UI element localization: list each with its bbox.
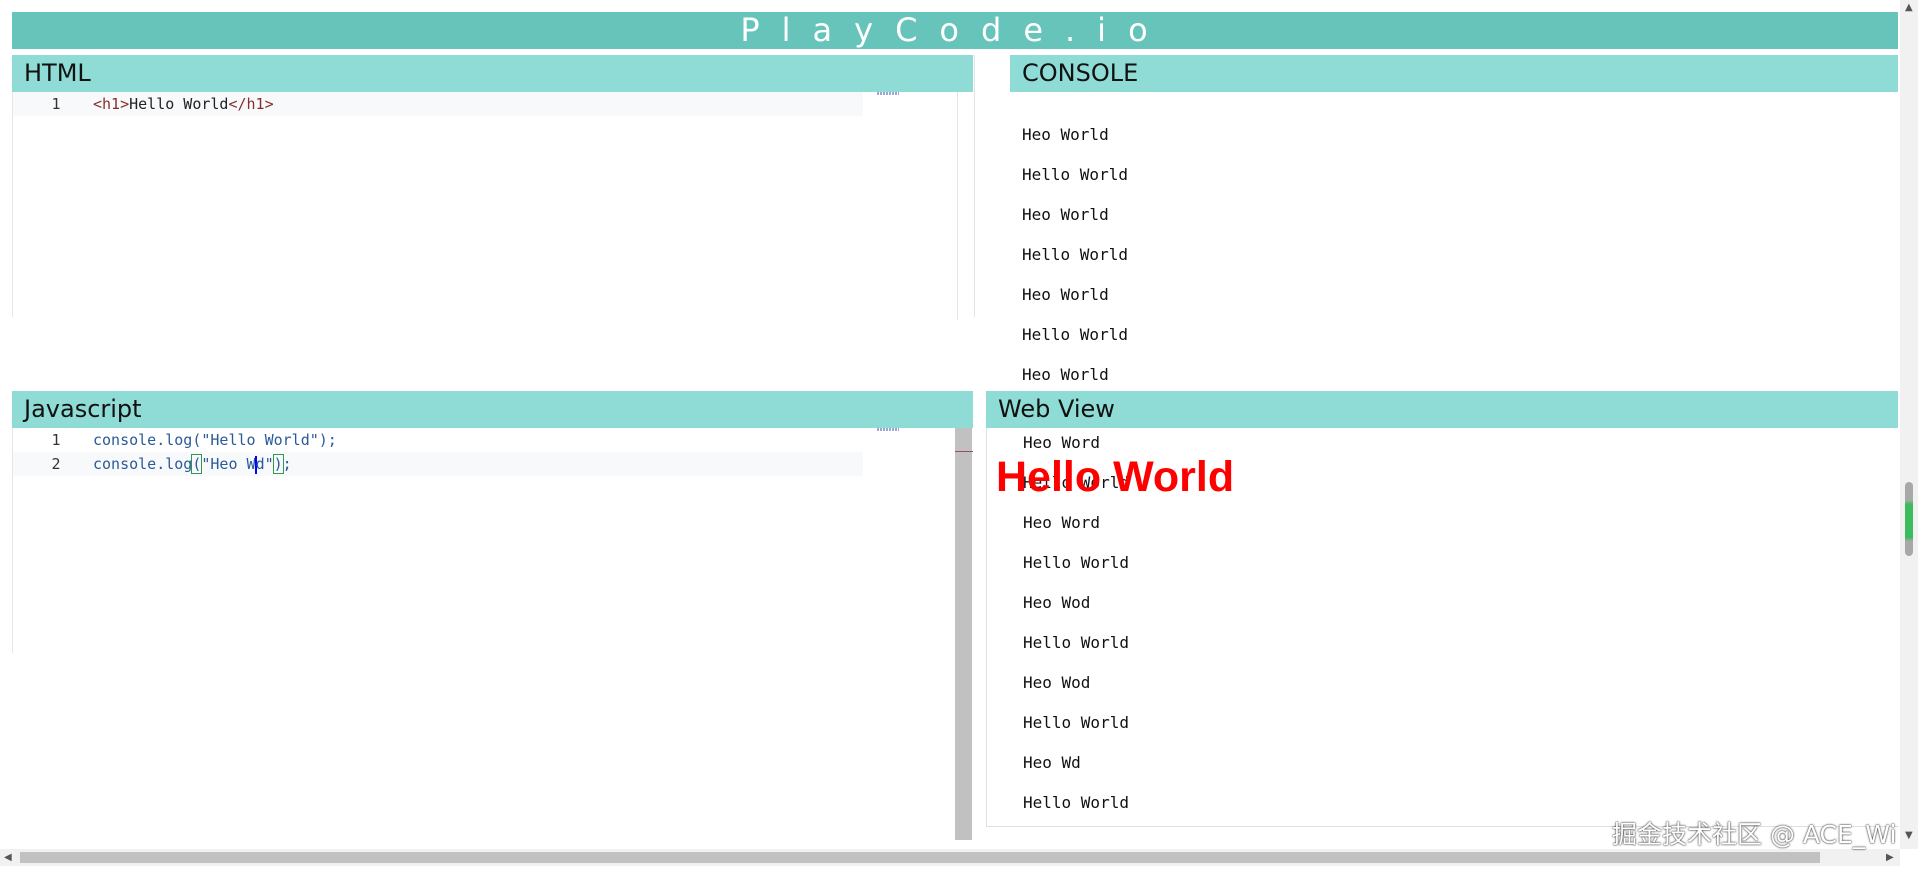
semicolon: ;: [282, 455, 292, 473]
js-minimap[interactable]: [877, 428, 899, 431]
console-line: Heo World: [1022, 205, 1109, 224]
console-line: Heo Wod: [1023, 593, 1091, 612]
code-line[interactable]: 1 console.log("Hello World");: [13, 428, 863, 452]
scroll-right-arrow-icon[interactable]: ▶: [1886, 852, 1894, 863]
html-minimap[interactable]: [877, 92, 899, 95]
line-number: 1: [51, 95, 61, 113]
line-number: 1: [51, 431, 61, 449]
html-editor[interactable]: 1 <h1>Hello World</h1>: [12, 92, 868, 317]
string-end: d": [255, 455, 274, 473]
html-close-tag: </h1>: [228, 95, 274, 113]
console-line: Hello World: [1022, 325, 1128, 344]
console-panel-title: CONSOLE: [1010, 55, 1898, 92]
console-line: Heo Wd: [1023, 753, 1081, 772]
paren-close: ): [272, 454, 284, 474]
javascript-scrollbar[interactable]: [955, 428, 972, 840]
code-text[interactable]: console.log("Hello World");: [93, 428, 337, 452]
console-output-top: Heo World Hello World Heo World Hello Wo…: [1022, 120, 1622, 400]
console-line: Hello World: [1022, 165, 1128, 184]
string-start: "Heo W: [201, 455, 256, 473]
watermark: 掘金技术社区 @ ACE_Wi: [1612, 820, 1897, 849]
code-text[interactable]: <h1>Hello World</h1>: [93, 92, 274, 116]
console-line: Hello World: [1023, 553, 1129, 572]
page-vertical-scrollbar[interactable]: [1900, 0, 1918, 849]
webview-heading: Hello World: [996, 453, 1235, 501]
horizontal-scroll-thumb[interactable]: [20, 852, 1820, 863]
scroll-down-arrow-icon[interactable]: ▼: [1905, 830, 1913, 841]
code-line[interactable]: 1 <h1>Hello World</h1>: [13, 92, 863, 116]
console-line: Hello World: [1022, 245, 1128, 264]
scroll-up-arrow-icon[interactable]: ▲: [1905, 2, 1913, 13]
scroll-left-arrow-icon[interactable]: ◀: [4, 852, 12, 863]
console-line: Heo Word: [1023, 513, 1101, 532]
console-left-divider: [974, 55, 975, 317]
html-panel-title: HTML: [12, 55, 973, 92]
code-call: console.log: [93, 455, 193, 473]
javascript-editor[interactable]: 1 console.log("Hello World"); 2 console.…: [12, 428, 868, 653]
console-line: Hello World: [1023, 793, 1129, 812]
app-title-bar: PlayCode.io: [12, 12, 1898, 49]
console-line: Heo Wod: [1023, 673, 1091, 692]
app-title: PlayCode.io: [740, 11, 1170, 49]
console-line: Heo World: [1022, 125, 1109, 144]
javascript-panel-title: Javascript: [12, 391, 973, 428]
console-line: Hello World: [1023, 713, 1129, 732]
html-text: Hello World: [129, 95, 229, 113]
console-line: Heo World: [1022, 285, 1109, 304]
webview-panel-title: Web View: [986, 391, 1898, 428]
html-open-tag: <h1>: [93, 95, 130, 113]
page-scroll-thumb[interactable]: [1905, 482, 1913, 556]
scroll-marker: [955, 451, 973, 452]
line-number: 2: [51, 455, 61, 473]
code-text[interactable]: console.log("Heo Wd");: [93, 452, 292, 476]
code-line[interactable]: 2 console.log("Heo Wd");: [13, 452, 863, 476]
console-line: Hello World: [1023, 633, 1129, 652]
html-divider: [957, 92, 958, 320]
